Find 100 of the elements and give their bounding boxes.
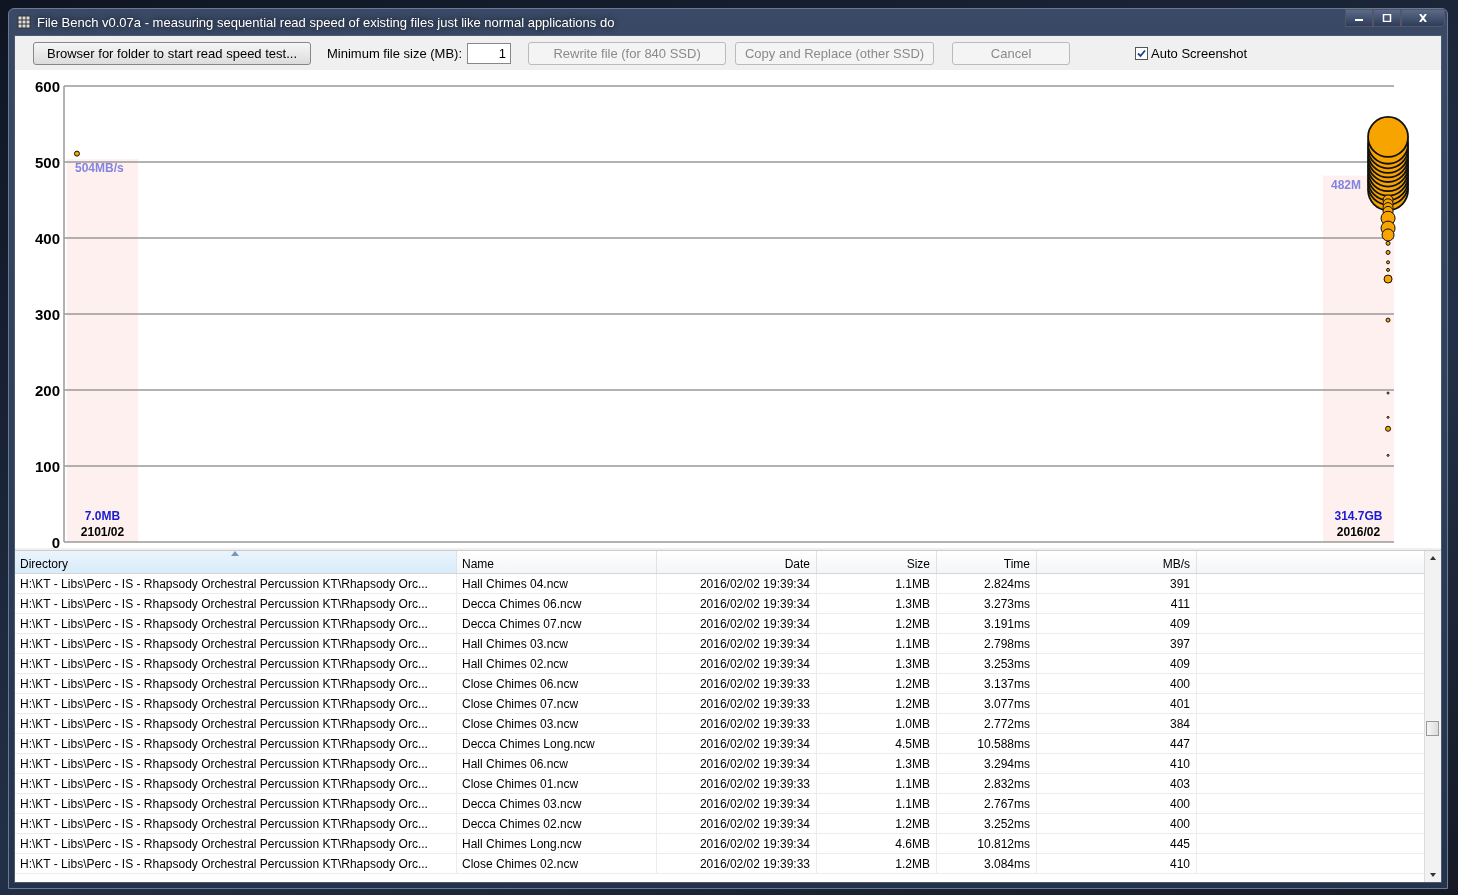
- table-cell: 400: [1037, 814, 1197, 833]
- table-cell: H:\KT - Libs\Perc - IS - Rhapsody Orchestral Percussion KT\Rhapsody Orc...: [15, 674, 457, 693]
- y-tick-label: 400: [34, 230, 60, 247]
- table-cell: Hall Chimes 02.ncw: [457, 654, 657, 673]
- table-cell: H:\KT - Libs\Perc - IS - Rhapsody Orchestral Percussion KT\Rhapsody Orc...: [15, 594, 457, 613]
- app-icon: [17, 15, 31, 29]
- sort-arrow-icon: [231, 551, 239, 556]
- speed-label: 482M: [1331, 177, 1362, 192]
- table-cell: H:\KT - Libs\Perc - IS - Rhapsody Orchestral Percussion KT\Rhapsody Orc...: [15, 774, 457, 793]
- table-cell: 10.812ms: [937, 834, 1037, 853]
- table-cell: 3.137ms: [937, 674, 1037, 693]
- table-cell: 445: [1037, 834, 1197, 853]
- column-header[interactable]: Size: [817, 551, 937, 573]
- table-cell: 1.3MB: [817, 654, 937, 673]
- table-cell: 401: [1037, 694, 1197, 713]
- table-cell: 397: [1037, 634, 1197, 653]
- table-cell: H:\KT - Libs\Perc - IS - Rhapsody Orchestral Percussion KT\Rhapsody Orc...: [15, 654, 457, 673]
- table-cell: 3.084ms: [937, 854, 1037, 873]
- table-cell: 10.588ms: [937, 734, 1037, 753]
- table-cell: 2016/02/02 19:39:34: [657, 734, 817, 753]
- table-cell: 1.1MB: [817, 794, 937, 813]
- table-cell: 1.1MB: [817, 634, 937, 653]
- table-cell: 2016/02/02 19:39:34: [657, 814, 817, 833]
- maximize-button[interactable]: [1373, 9, 1401, 27]
- table-cell: Decca Chimes 06.ncw: [457, 594, 657, 613]
- table-cell: 2.832ms: [937, 774, 1037, 793]
- table-cell: H:\KT - Libs\Perc - IS - Rhapsody Orchestral Percussion KT\Rhapsody Orc...: [15, 814, 457, 833]
- table-cell: H:\KT - Libs\Perc - IS - Rhapsody Orchestral Percussion KT\Rhapsody Orc...: [15, 714, 457, 733]
- table-cell: H:\KT - Libs\Perc - IS - Rhapsody Orchestral Percussion KT\Rhapsody Orc...: [15, 574, 457, 593]
- scrollbar[interactable]: [1424, 551, 1441, 882]
- table-cell: 410: [1037, 754, 1197, 773]
- column-header[interactable]: MB/s: [1037, 551, 1197, 573]
- column-header[interactable]: Name: [457, 551, 657, 573]
- y-tick-label: 200: [34, 382, 60, 399]
- table-cell: 4.5MB: [817, 734, 937, 753]
- window-title: File Bench v0.07a - measuring sequential read speed of existing files just like normal applications do: [37, 14, 616, 30]
- table-cell: Decca Chimes 03.ncw: [457, 794, 657, 813]
- date-label: 2016/02: [1336, 525, 1381, 539]
- table-cell: Close Chimes 06.ncw: [457, 674, 657, 693]
- table-cell: 2016/02/02 19:39:33: [657, 714, 817, 733]
- table-cell: 410: [1037, 854, 1197, 873]
- table-cell: 1.2MB: [817, 814, 937, 833]
- table-cell: 2016/02/02 19:39:33: [657, 854, 817, 873]
- table-cell: 2.824ms: [937, 574, 1037, 593]
- table-cell: 1.2MB: [817, 854, 937, 873]
- date-label: 2101/02: [80, 525, 125, 539]
- table-cell: 3.273ms: [937, 594, 1037, 613]
- table-cell: Close Chimes 02.ncw: [457, 854, 657, 873]
- table-cell: H:\KT - Libs\Perc - IS - Rhapsody Orchestral Percussion KT\Rhapsody Orc...: [15, 794, 457, 813]
- table-cell: Hall Chimes 04.ncw: [457, 574, 657, 593]
- y-tick-label: 0: [51, 534, 60, 548]
- table-cell: 1.1MB: [817, 574, 937, 593]
- checkbox-box[interactable]: [1135, 46, 1149, 60]
- table-cell: 2.798ms: [937, 634, 1037, 653]
- table-cell: 403: [1037, 774, 1197, 793]
- close-button[interactable]: [1401, 9, 1445, 27]
- table-cell: Hall Chimes 03.ncw: [457, 634, 657, 653]
- table-cell: 3.252ms: [937, 814, 1037, 833]
- table-cell: 3.077ms: [937, 694, 1037, 713]
- column-header[interactable]: Date: [657, 551, 817, 573]
- total-size-label: 7.0MB: [84, 509, 121, 523]
- column-header[interactable]: Directory: [15, 551, 457, 573]
- table-cell: 2016/02/02 19:39:34: [657, 834, 817, 853]
- y-tick-label: 100: [34, 458, 60, 475]
- table-cell: 4.6MB: [817, 834, 937, 853]
- table-cell: H:\KT - Libs\Perc - IS - Rhapsody Orchestral Percussion KT\Rhapsody Orc...: [15, 694, 457, 713]
- table-cell: 400: [1037, 794, 1197, 813]
- table-cell: 400: [1037, 674, 1197, 693]
- y-tick-label: 300: [34, 306, 60, 323]
- table-cell: Decca Chimes Long.ncw: [457, 734, 657, 753]
- table-cell: 3.294ms: [937, 754, 1037, 773]
- table-cell: H:\KT - Libs\Perc - IS - Rhapsody Orchestral Percussion KT\Rhapsody Orc...: [15, 614, 457, 633]
- min-size-field[interactable]: 1: [467, 42, 512, 64]
- min-size-label: Minimum file size (MB):: [327, 45, 463, 61]
- minimize-button[interactable]: [1345, 9, 1373, 27]
- table-cell: 3.253ms: [937, 654, 1037, 673]
- close-icon: [1418, 14, 1428, 22]
- check-icon: [1137, 48, 1147, 58]
- table-cell: 2.772ms: [937, 714, 1037, 733]
- table-cell: 409: [1037, 654, 1197, 673]
- y-tick-label: 600: [34, 78, 60, 95]
- maximize-icon: [1382, 14, 1392, 22]
- column-header[interactable]: Time: [937, 551, 1037, 573]
- scroll-thumb[interactable]: [1426, 721, 1439, 736]
- table-cell: H:\KT - Libs\Perc - IS - Rhapsody Orchestral Percussion KT\Rhapsody Orc...: [15, 854, 457, 873]
- table-cell: 409: [1037, 614, 1197, 633]
- table-cell: 411: [1037, 594, 1197, 613]
- table-cell: Hall Chimes Long.ncw: [457, 834, 657, 853]
- table-cell: 1.2MB: [817, 674, 937, 693]
- table-cell: H:\KT - Libs\Perc - IS - Rhapsody Orchestral Percussion KT\Rhapsody Orc...: [15, 754, 457, 773]
- table-cell: Decca Chimes 07.ncw: [457, 614, 657, 633]
- table-cell: 384: [1037, 714, 1197, 733]
- browse-folder-button[interactable]: Browser for folder to start read speed test...: [33, 41, 311, 65]
- table-cell: 2016/02/02 19:39:34: [657, 794, 817, 813]
- table-cell: Close Chimes 07.ncw: [457, 694, 657, 713]
- table-cell: 1.2MB: [817, 614, 937, 633]
- table-cell: 2016/02/02 19:39:34: [657, 574, 817, 593]
- table-cell: 2.767ms: [937, 794, 1037, 813]
- table-cell: 2016/02/02 19:39:34: [657, 754, 817, 773]
- table-cell: 3.191ms: [937, 614, 1037, 633]
